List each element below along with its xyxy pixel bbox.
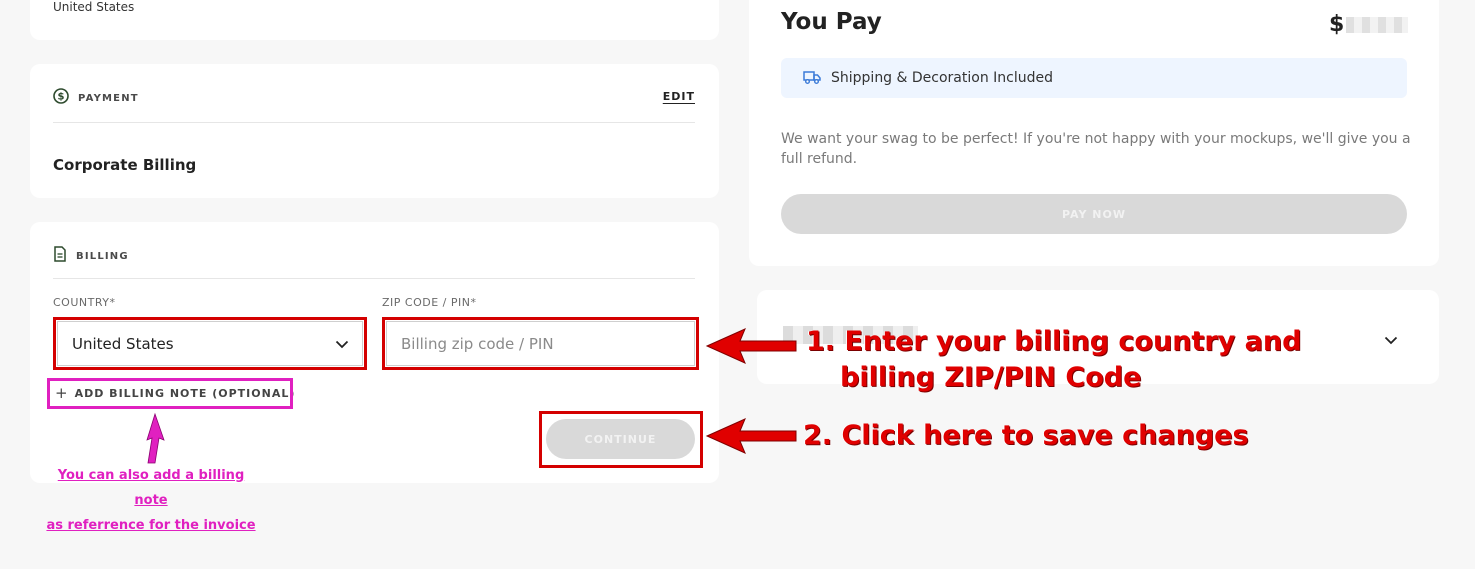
payment-section-header: $ PAYMENT bbox=[53, 88, 139, 108]
step1-line2: billing ZIP/PIN Code bbox=[840, 362, 1142, 393]
note-line1: You can also add a billing note bbox=[57, 468, 245, 508]
amount-redacted bbox=[1346, 16, 1409, 33]
payment-card: $ PAYMENT EDIT Corporate Billing bbox=[30, 64, 719, 198]
svg-text:$: $ bbox=[58, 92, 65, 103]
billing-section-title: BILLING bbox=[76, 250, 129, 262]
zip-highlight-box bbox=[382, 317, 699, 370]
continue-highlight-box bbox=[539, 411, 703, 468]
guarantee-text: We want your swag to be perfect! If you'… bbox=[781, 131, 1411, 167]
you-pay-amount: $ bbox=[1329, 12, 1409, 37]
pay-now-button[interactable]: PAY NOW bbox=[781, 194, 1407, 234]
address-country-line: United States bbox=[53, 0, 135, 14]
you-pay-label: You Pay bbox=[781, 9, 882, 35]
country-highlight-box bbox=[53, 317, 367, 370]
shipping-banner-text: Shipping & Decoration Included bbox=[831, 70, 1053, 86]
note-line2: as referrence for the invoice bbox=[46, 518, 256, 533]
country-label: COUNTRY* bbox=[53, 296, 116, 309]
document-icon bbox=[53, 246, 67, 266]
billing-section-header: BILLING bbox=[53, 246, 129, 266]
billing-note-annotation: You can also add a billing note as refer… bbox=[40, 463, 262, 538]
shipping-banner: Shipping & Decoration Included bbox=[781, 58, 1407, 98]
shipping-address-card: United States bbox=[30, 0, 719, 40]
billing-divider bbox=[53, 278, 695, 279]
step1-line1: 1. Enter your billing country and bbox=[806, 326, 1302, 357]
add-note-highlight-box bbox=[47, 378, 293, 409]
amount-currency: $ bbox=[1329, 12, 1345, 37]
payment-section-title: PAYMENT bbox=[78, 92, 139, 104]
payment-divider bbox=[53, 122, 695, 123]
truck-icon bbox=[803, 69, 821, 88]
zip-label: ZIP CODE / PIN* bbox=[382, 296, 477, 309]
chevron-down-icon[interactable] bbox=[1384, 330, 1398, 349]
arrow-to-continue-button bbox=[705, 418, 797, 454]
order-summary-card: You Pay $ Shipping & Decoration Included… bbox=[749, 0, 1439, 266]
step2-text: 2. Click here to save changes bbox=[803, 420, 1249, 451]
dollar-circle-icon: $ bbox=[53, 88, 69, 108]
payment-edit-link[interactable]: EDIT bbox=[663, 90, 695, 103]
payment-method: Corporate Billing bbox=[53, 156, 197, 174]
